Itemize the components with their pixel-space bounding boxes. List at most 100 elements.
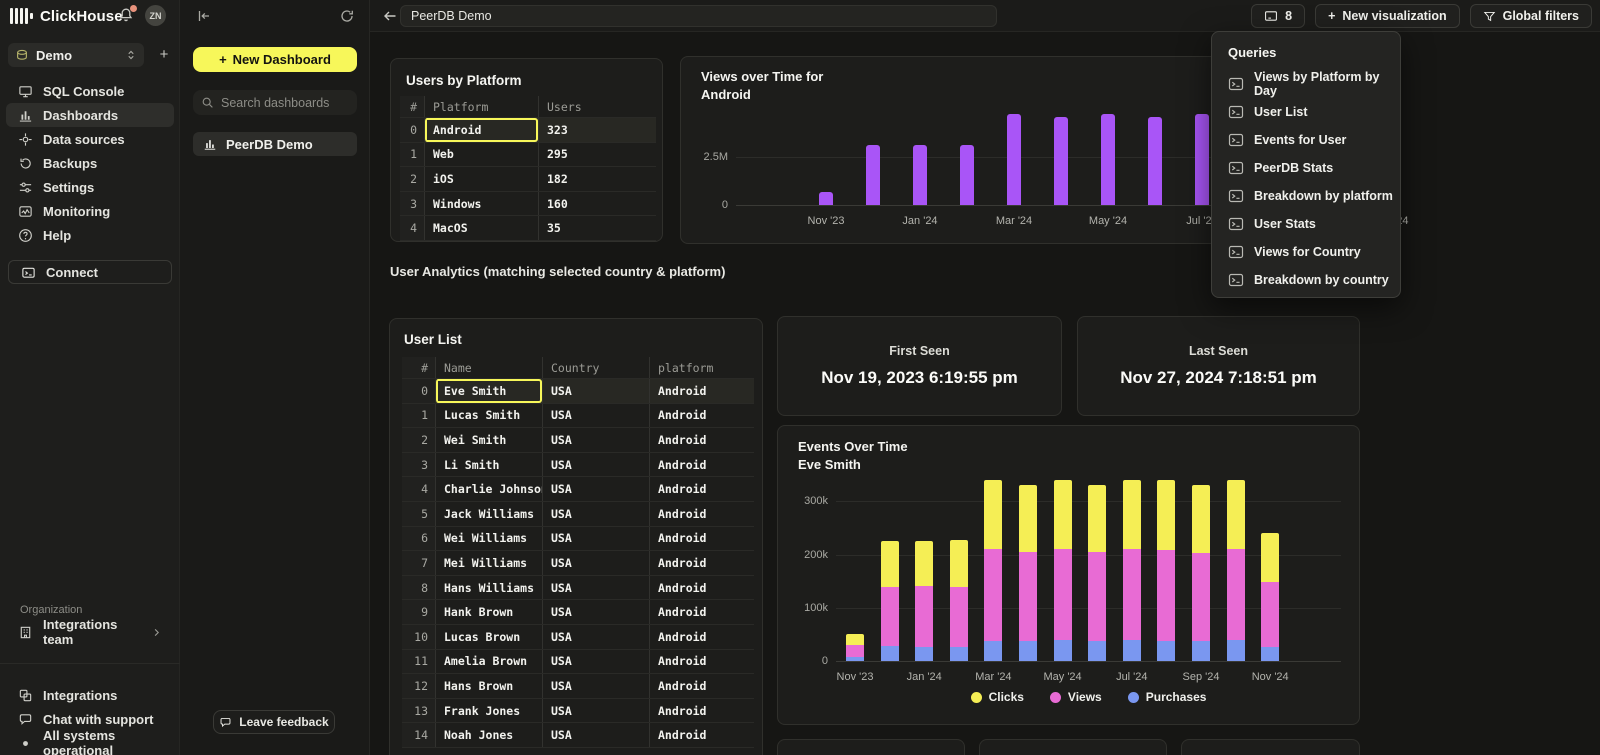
legend-item-clicks[interactable]: Clicks <box>971 690 1024 704</box>
table-cell[interactable]: USA <box>542 576 649 600</box>
table-cell[interactable]: USA <box>542 674 649 698</box>
back-arrow-icon[interactable] <box>382 8 398 24</box>
table-cell[interactable]: iOS <box>424 167 538 191</box>
table-cell[interactable]: 2 <box>400 167 424 191</box>
table-cell[interactable]: Hans Williams <box>435 576 542 600</box>
table-cell[interactable]: Android <box>649 674 754 698</box>
query-menu-item[interactable]: User List <box>1228 98 1400 126</box>
legend-item-purchases[interactable]: Purchases <box>1128 690 1207 704</box>
table-row[interactable]: 0Android323 <box>400 118 656 143</box>
dashboard-list-item[interactable]: PeerDB Demo <box>193 132 357 156</box>
table-row[interactable]: 3Windows160 <box>400 192 656 217</box>
table-cell[interactable]: Android <box>649 527 754 551</box>
table-cell[interactable]: Mei Williams <box>435 551 542 575</box>
table-row[interactable]: 7Mei WilliamsUSAAndroid <box>402 551 754 576</box>
table-cell[interactable]: 6 <box>402 527 435 551</box>
table-cell[interactable]: 4 <box>402 477 435 501</box>
table-row[interactable]: 3Li SmithUSAAndroid <box>402 453 754 478</box>
connect-button[interactable]: Connect <box>8 260 172 284</box>
table-cell[interactable]: Eve Smith <box>435 379 542 403</box>
table-cell[interactable]: Web <box>424 143 538 167</box>
table-cell[interactable]: 2 <box>402 428 435 452</box>
search-dashboards-input[interactable] <box>221 96 349 110</box>
table-row[interactable]: 4MacOS35 <box>400 216 656 241</box>
table-row[interactable]: 12Hans BrownUSAAndroid <box>402 674 754 699</box>
table-cell[interactable]: USA <box>542 551 649 575</box>
table-cell[interactable]: USA <box>542 404 649 428</box>
sidebar-item-dashboards[interactable]: Dashboards <box>6 103 174 127</box>
sidebar-footer-item-integrations[interactable]: Integrations <box>6 683 174 707</box>
table-cell[interactable]: 1 <box>400 143 424 167</box>
table-cell[interactable]: 5 <box>402 502 435 526</box>
table-cell[interactable]: 3 <box>400 192 424 216</box>
table-cell[interactable]: Android <box>649 477 754 501</box>
table-row[interactable]: 10Lucas BrownUSAAndroid <box>402 625 754 650</box>
query-menu-item[interactable]: Events for User <box>1228 126 1400 154</box>
table-cell[interactable]: MacOS <box>424 216 538 240</box>
table-cell[interactable]: 3 <box>402 453 435 477</box>
table-cell[interactable]: Android <box>649 723 754 747</box>
table-cell[interactable]: USA <box>542 477 649 501</box>
sidebar-item-help[interactable]: Help <box>6 223 174 247</box>
sidebar-item-sql-console[interactable]: SQL Console <box>6 79 174 103</box>
table-cell[interactable]: Amelia Brown <box>435 650 542 674</box>
query-menu-item[interactable]: Views for Country <box>1228 238 1400 266</box>
table-cell[interactable]: 160 <box>538 192 656 216</box>
table-cell[interactable]: 10 <box>402 625 435 649</box>
table-cell[interactable]: USA <box>542 453 649 477</box>
table-row[interactable]: 11Amelia BrownUSAAndroid <box>402 650 754 675</box>
table-cell[interactable]: Hans Brown <box>435 674 542 698</box>
table-cell[interactable]: USA <box>542 600 649 624</box>
query-menu-item[interactable]: Breakdown by platform <box>1228 182 1400 210</box>
query-menu-item[interactable]: User Stats <box>1228 210 1400 238</box>
new-dashboard-button[interactable]: + New Dashboard <box>193 47 357 72</box>
sidebar-footer-item-all-systems-operational[interactable]: All systems operational <box>6 731 174 755</box>
table-cell[interactable]: USA <box>542 650 649 674</box>
sidebar-item-data-sources[interactable]: Data sources <box>6 127 174 151</box>
table-cell[interactable]: 182 <box>538 167 656 191</box>
table-row[interactable]: 0Eve SmithUSAAndroid <box>402 379 754 404</box>
query-menu-item[interactable]: Views by Platform by Day <box>1228 70 1400 98</box>
table-cell[interactable]: 14 <box>402 723 435 747</box>
table-cell[interactable]: USA <box>542 723 649 747</box>
global-filters-button[interactable]: Global filters <box>1470 4 1592 28</box>
table-cell[interactable]: Lucas Smith <box>435 404 542 428</box>
workspace-selector[interactable]: Demo <box>8 43 144 67</box>
table-cell[interactable]: USA <box>542 527 649 551</box>
table-cell[interactable]: USA <box>542 502 649 526</box>
table-cell[interactable]: Android <box>649 625 754 649</box>
refresh-icon[interactable] <box>339 8 355 24</box>
table-cell[interactable]: 11 <box>402 650 435 674</box>
table-cell[interactable]: Android <box>649 502 754 526</box>
table-cell[interactable]: Android <box>649 404 754 428</box>
table-cell[interactable]: Charlie Johnson <box>435 477 542 501</box>
table-cell[interactable]: Android <box>424 118 538 142</box>
table-cell[interactable]: Android <box>649 576 754 600</box>
table-cell[interactable]: Hank Brown <box>435 600 542 624</box>
table-row[interactable]: 1Web295 <box>400 143 656 168</box>
add-service-button[interactable]: + <box>154 45 174 65</box>
table-cell[interactable]: 12 <box>402 674 435 698</box>
table-cell[interactable]: 1 <box>402 404 435 428</box>
table-cell[interactable]: 323 <box>538 118 656 142</box>
table-cell[interactable]: 0 <box>402 379 435 403</box>
table-row[interactable]: 2Wei SmithUSAAndroid <box>402 428 754 453</box>
table-cell[interactable]: Android <box>649 650 754 674</box>
table-cell[interactable]: Android <box>649 600 754 624</box>
table-cell[interactable]: Wei Smith <box>435 428 542 452</box>
table-cell[interactable]: Jack Williams <box>435 502 542 526</box>
new-visualization-button[interactable]: + New visualization <box>1315 4 1460 28</box>
table-cell[interactable]: 295 <box>538 143 656 167</box>
table-cell[interactable]: Android <box>649 379 754 403</box>
table-row[interactable]: 14Noah JonesUSAAndroid <box>402 723 754 748</box>
table-row[interactable]: 13Frank JonesUSAAndroid <box>402 699 754 724</box>
table-cell[interactable]: 9 <box>402 600 435 624</box>
sidebar-item-settings[interactable]: Settings <box>6 175 174 199</box>
visualization-count-badge[interactable]: 8 <box>1251 4 1305 28</box>
table-cell[interactable]: USA <box>542 428 649 452</box>
table-cell[interactable]: USA <box>542 379 649 403</box>
table-cell[interactable]: Li Smith <box>435 453 542 477</box>
table-cell[interactable]: 35 <box>538 216 656 240</box>
table-cell[interactable]: Noah Jones <box>435 723 542 747</box>
table-cell[interactable]: Android <box>649 453 754 477</box>
